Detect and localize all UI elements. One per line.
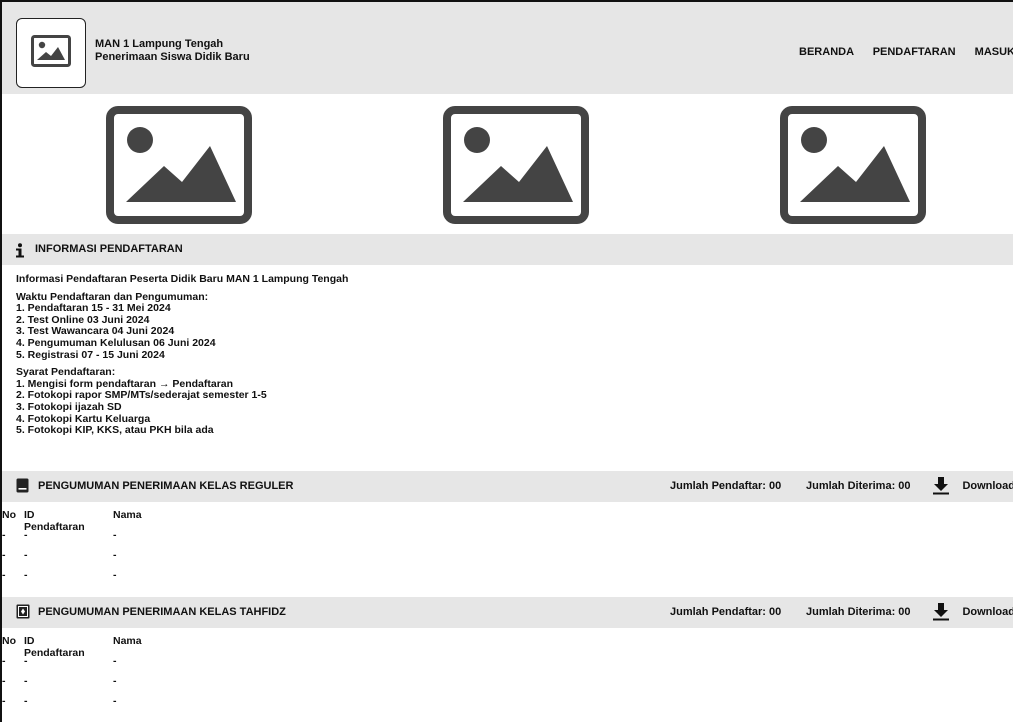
cell-nama: -: [113, 695, 117, 707]
cell-nama: -: [113, 655, 117, 667]
cell-id: -: [24, 675, 28, 687]
column-header-no: No: [2, 635, 16, 647]
cell-nama: -: [113, 569, 117, 581]
cell-id: -: [24, 655, 28, 667]
reguler-jumlah-diterima: Jumlah Diterima: 00: [806, 480, 911, 492]
page: MAN 1 Lampung Tengah Penerimaan Siswa Di…: [0, 0, 1013, 722]
info-intro: Informasi Pendaftaran Peserta Didik Baru…: [16, 273, 349, 285]
banner-image-3: [780, 106, 926, 224]
cell-id: -: [24, 569, 28, 581]
column-header-no: No: [2, 509, 16, 521]
requirement-item: 5. Fotokopi KIP, KKS, atau PKH bila ada: [16, 424, 214, 437]
cell-nama: -: [113, 529, 117, 541]
schedule-item: 5. Registrasi 07 - 15 Juni 2024: [16, 348, 165, 361]
quran-icon: [16, 604, 30, 619]
reguler-section-header: PENGUMUMAN PENERIMAAN KELAS REGULER Juml…: [2, 471, 1013, 502]
cell-id: -: [24, 695, 28, 707]
image-placeholder-icon: [31, 35, 71, 67]
download-icon[interactable]: [932, 476, 950, 495]
cell-no: -: [2, 549, 6, 561]
site-title: MAN 1 Lampung Tengah Penerimaan Siswa Di…: [95, 38, 250, 64]
cell-no: -: [2, 695, 6, 707]
info-section-header: INFORMASI PENDAFTARAN: [2, 234, 1013, 265]
schedule-item: 4. Pengumuman Kelulusan 06 Juni 2024: [16, 336, 216, 349]
reguler-jumlah-pendaftar: Jumlah Pendaftar: 00: [670, 480, 782, 492]
reguler-section-title: PENGUMUMAN PENERIMAAN KELAS REGULER: [38, 480, 294, 492]
cell-id: -: [24, 549, 28, 561]
tahfidz-section-header: PENGUMUMAN PENERIMAAN KELAS TAHFIDZ Juml…: [2, 597, 1013, 628]
banner-image-2: [443, 106, 589, 224]
requirements-title: Syarat Pendaftaran:: [16, 366, 116, 379]
download-icon[interactable]: [932, 602, 950, 621]
column-header-id: ID Pendaftaran: [24, 509, 85, 533]
column-header-id: ID Pendaftaran: [24, 635, 85, 659]
column-header-nama: Nama: [113, 509, 142, 521]
school-name: MAN 1 Lampung Tengah: [95, 38, 224, 50]
cell-no: -: [2, 675, 6, 687]
nav-pendaftaran[interactable]: PENDAFTARAN: [873, 46, 956, 58]
cell-nama: -: [113, 549, 117, 561]
cell-no: -: [2, 529, 6, 541]
nav-beranda[interactable]: BERANDA: [799, 46, 854, 58]
main-nav: BERANDA PENDAFTARAN MASUK: [783, 46, 1013, 58]
tahfidz-section-title: PENGUMUMAN PENERIMAAN KELAS TAHFIDZ: [38, 606, 286, 618]
nav-masuk[interactable]: MASUK: [975, 46, 1013, 58]
cell-id: -: [24, 529, 28, 541]
info-icon: [16, 243, 24, 258]
cell-no: -: [2, 655, 6, 667]
site-subtitle: Penerimaan Siswa Didik Baru: [95, 51, 250, 63]
info-content: Informasi Pendaftaran Peserta Didik Baru…: [16, 273, 349, 437]
tahfidz-jumlah-pendaftar: Jumlah Pendaftar: 00: [670, 606, 782, 618]
banner-image-1: [106, 106, 252, 224]
logo[interactable]: [16, 18, 86, 88]
tahfidz-download-button[interactable]: Download: [962, 606, 1013, 618]
header: MAN 1 Lampung Tengah Penerimaan Siswa Di…: [2, 2, 1013, 94]
info-section-title: INFORMASI PENDAFTARAN: [35, 243, 183, 255]
requirement-item: 3. Fotokopi ijazah SD: [16, 400, 122, 413]
cell-nama: -: [113, 675, 117, 687]
reguler-download-button[interactable]: Download: [962, 480, 1013, 492]
document-icon: [16, 478, 29, 493]
cell-no: -: [2, 569, 6, 581]
tahfidz-jumlah-diterima: Jumlah Diterima: 00: [806, 606, 911, 618]
column-header-nama: Nama: [113, 635, 142, 647]
